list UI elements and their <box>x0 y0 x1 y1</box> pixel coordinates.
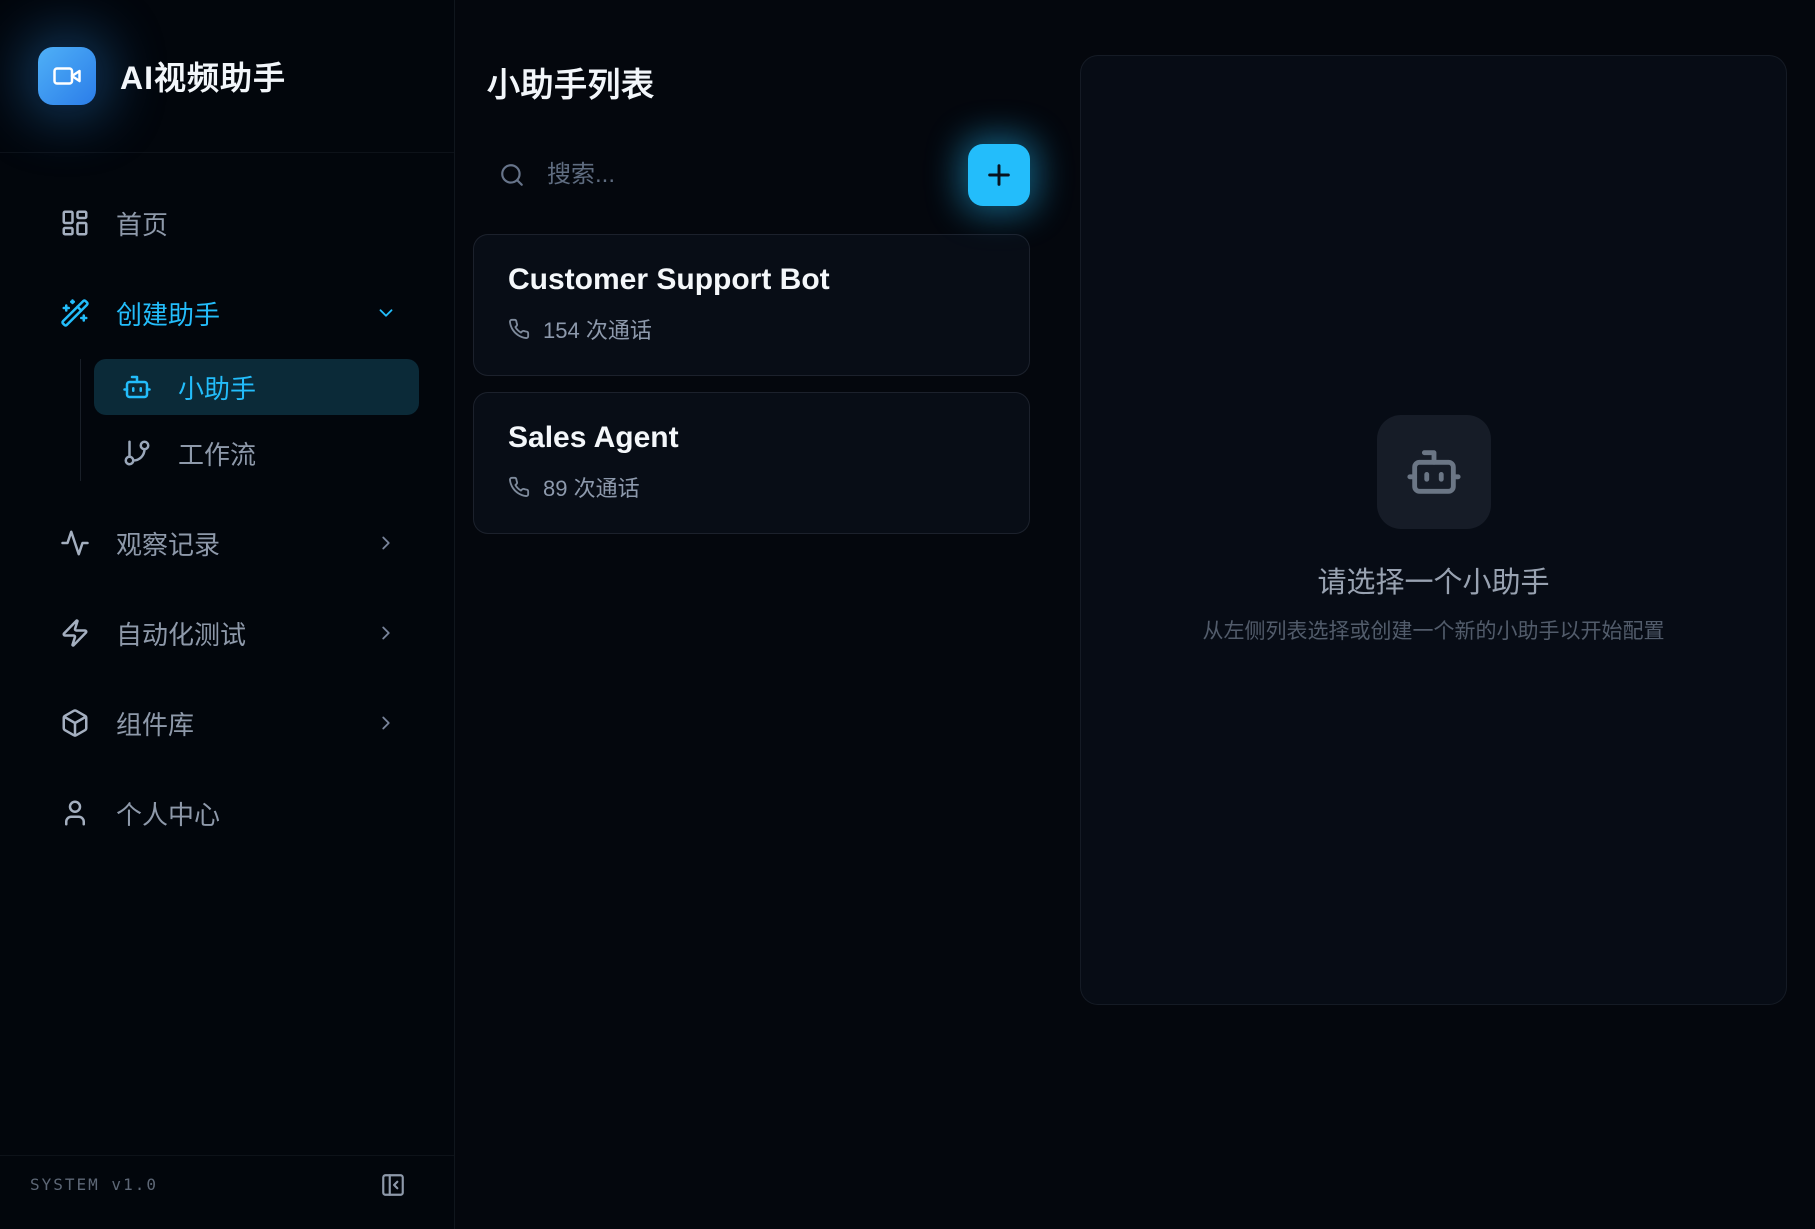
empty-state-card: 请选择一个小助手 从左侧列表选择或创建一个新的小助手以开始配置 <box>1080 55 1787 1005</box>
user-icon <box>60 798 90 828</box>
bot-icon <box>122 372 152 402</box>
sidebar-item-label: 首页 <box>116 205 397 242</box>
app-root: AI视频助手 首页 创建助手 <box>0 0 1815 1229</box>
assistant-name: Customer Support Bot <box>508 263 995 297</box>
video-camera-icon <box>52 61 82 91</box>
empty-state-icon-box <box>1377 415 1491 529</box>
box-icon <box>60 708 90 738</box>
assistant-card[interactable]: Sales Agent 89 次通话 <box>473 392 1030 534</box>
sidebar-header: AI视频助手 <box>0 0 454 153</box>
git-branch-icon <box>122 438 152 468</box>
assistant-call-count: 89 次通话 <box>508 471 995 503</box>
sidebar-item-label: 自动化测试 <box>116 615 349 652</box>
search-row <box>473 144 1030 206</box>
sidebar-item-home[interactable]: 首页 <box>30 195 419 251</box>
sidebar-item-label: 工作流 <box>178 435 256 472</box>
app-logo <box>38 47 96 105</box>
app-title: AI视频助手 <box>120 53 286 99</box>
assistant-detail-panel: 请选择一个小助手 从左侧列表选择或创建一个新的小助手以开始配置 <box>1080 0 1815 1229</box>
sidebar: AI视频助手 首页 创建助手 <box>0 0 455 1229</box>
empty-state-subtitle: 从左侧列表选择或创建一个新的小助手以开始配置 <box>1203 615 1665 645</box>
search-box[interactable] <box>473 160 968 190</box>
search-icon <box>499 162 525 188</box>
sidebar-item-label: 个人中心 <box>116 795 397 832</box>
page-title: 小助手列表 <box>487 58 1030 106</box>
assistant-call-count: 154 次通话 <box>508 313 995 345</box>
chevron-down-icon <box>375 302 397 324</box>
sidebar-submenu: 小助手 工作流 <box>80 359 419 481</box>
magic-wand-icon <box>60 298 90 328</box>
call-count-label: 154 次通话 <box>543 313 652 345</box>
panel-collapse-icon[interactable] <box>380 1172 406 1198</box>
sidebar-subitem-assistants[interactable]: 小助手 <box>94 359 419 415</box>
bot-icon <box>1405 443 1463 501</box>
sidebar-item-label: 小助手 <box>178 369 256 406</box>
search-input[interactable] <box>545 160 968 190</box>
assistant-name: Sales Agent <box>508 421 995 455</box>
phone-icon <box>508 318 530 340</box>
plus-icon <box>983 159 1015 191</box>
sidebar-item-label: 观察记录 <box>116 525 349 562</box>
sidebar-item-create-assistant[interactable]: 创建助手 <box>30 285 419 341</box>
layout-dashboard-icon <box>60 208 90 238</box>
sidebar-item-automation-testing[interactable]: 自动化测试 <box>30 605 419 661</box>
sidebar-nav: 首页 创建助手 小助手 <box>0 153 454 1155</box>
zap-icon <box>60 618 90 648</box>
sidebar-footer: SYSTEM v1.0 <box>0 1155 454 1229</box>
chevron-right-icon <box>375 712 397 734</box>
assistant-card[interactable]: Customer Support Bot 154 次通话 <box>473 234 1030 376</box>
call-count-label: 89 次通话 <box>543 471 640 503</box>
chevron-right-icon <box>375 532 397 554</box>
sidebar-subitem-workflow[interactable]: 工作流 <box>94 425 419 481</box>
sidebar-item-label: 创建助手 <box>116 295 349 332</box>
sidebar-item-observation-records[interactable]: 观察记录 <box>30 515 419 571</box>
system-version: SYSTEM v1.0 <box>30 1172 158 1194</box>
empty-state-title: 请选择一个小助手 <box>1317 559 1549 601</box>
sidebar-item-label: 组件库 <box>116 705 349 742</box>
sidebar-item-component-library[interactable]: 组件库 <box>30 695 419 751</box>
assistant-list-panel: 小助手列表 Customer Support Bot <box>455 0 1080 1229</box>
chevron-right-icon <box>375 622 397 644</box>
phone-icon <box>508 476 530 498</box>
add-assistant-button[interactable] <box>968 144 1030 206</box>
activity-icon <box>60 528 90 558</box>
assistant-cards: Customer Support Bot 154 次通话 Sales Agent… <box>473 234 1030 534</box>
sidebar-item-personal-center[interactable]: 个人中心 <box>30 785 419 841</box>
